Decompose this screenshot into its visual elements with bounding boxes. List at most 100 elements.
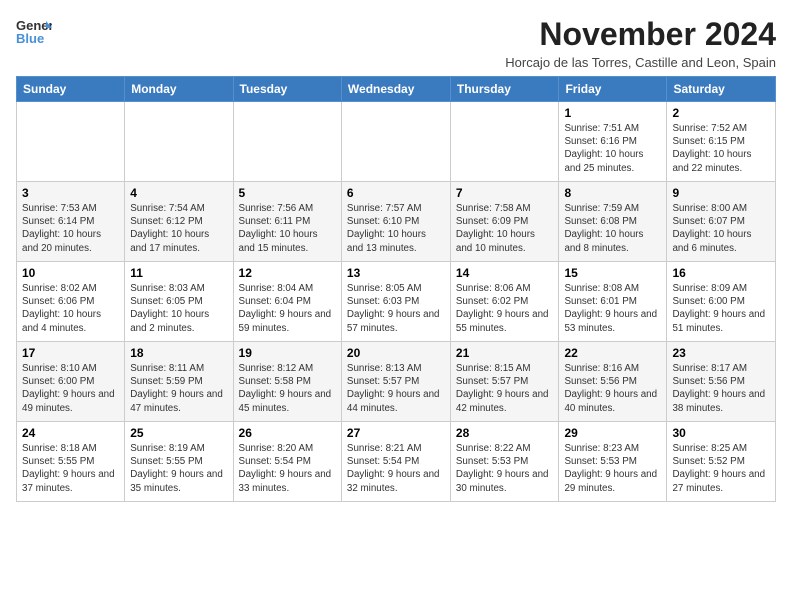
calendar-week-row: 3 Sunrise: 7:53 AM Sunset: 6:14 PM Daylig…	[17, 182, 776, 262]
calendar-cell: 7Sunrise: 7:58 AM Sunset: 6:09 PM Daylig…	[450, 182, 559, 262]
day-info: Sunrise: 8:04 AM Sunset: 6:04 PM Dayligh…	[239, 282, 336, 335]
calendar-cell: 18 Sunrise: 8:11 AM Sunset: 5:59 PM Dayli…	[125, 342, 233, 422]
calendar-cell: 23 Sunrise: 8:17 AM Sunset: 5:56 PM Dayli…	[667, 342, 776, 422]
svg-text:Blue: Blue	[16, 31, 44, 46]
day-number: 12	[239, 266, 336, 280]
calendar-cell: 1Sunrise: 7:51 AM Sunset: 6:16 PM Daylig…	[559, 102, 667, 182]
day-number: 6	[347, 186, 445, 200]
calendar-cell: 25Sunrise: 8:19 AM Sunset: 5:55 PM Dayli…	[125, 422, 233, 502]
calendar-cell: 14 Sunrise: 8:06 AM Sunset: 6:02 PM Dayli…	[450, 262, 559, 342]
page-header: General Blue November 2024 Horcajo de la…	[16, 16, 776, 70]
day-info: Sunrise: 8:03 AM Sunset: 6:05 PM Dayligh…	[130, 282, 227, 335]
day-info: Sunrise: 8:12 AM Sunset: 5:58 PM Dayligh…	[239, 362, 336, 415]
calendar-cell: 15Sunrise: 8:08 AM Sunset: 6:01 PM Dayli…	[559, 262, 667, 342]
day-number: 18	[130, 346, 227, 360]
day-number: 10	[22, 266, 119, 280]
day-info: Sunrise: 8:23 AM Sunset: 5:53 PM Dayligh…	[564, 442, 661, 495]
logo-icon: General Blue	[16, 16, 52, 46]
weekday-header-cell: Monday	[125, 77, 233, 102]
calendar-cell	[450, 102, 559, 182]
calendar-cell: 5 Sunrise: 7:56 AM Sunset: 6:11 PM Daylig…	[233, 182, 341, 262]
weekday-header-row: SundayMondayTuesdayWednesdayThursdayFrid…	[17, 77, 776, 102]
day-info: Sunrise: 8:18 AM Sunset: 5:55 PM Dayligh…	[22, 442, 119, 495]
title-area: November 2024 Horcajo de las Torres, Cas…	[505, 16, 776, 70]
calendar-title: November 2024	[505, 16, 776, 53]
day-number: 8	[564, 186, 661, 200]
day-number: 17	[22, 346, 119, 360]
calendar-cell: 13 Sunrise: 8:05 AM Sunset: 6:03 PM Dayli…	[341, 262, 450, 342]
calendar-cell: 2Sunrise: 7:52 AM Sunset: 6:15 PM Daylig…	[667, 102, 776, 182]
day-number: 28	[456, 426, 554, 440]
day-number: 13	[347, 266, 445, 280]
day-info: Sunrise: 8:17 AM Sunset: 5:56 PM Dayligh…	[672, 362, 770, 415]
calendar-cell: 26 Sunrise: 8:20 AM Sunset: 5:54 PM Dayli…	[233, 422, 341, 502]
calendar-week-row: 17 Sunrise: 8:10 AM Sunset: 6:00 PM Dayli…	[17, 342, 776, 422]
calendar-cell: 11 Sunrise: 8:03 AM Sunset: 6:05 PM Dayli…	[125, 262, 233, 342]
calendar-table: SundayMondayTuesdayWednesdayThursdayFrid…	[16, 76, 776, 502]
day-info: Sunrise: 8:02 AM Sunset: 6:06 PM Dayligh…	[22, 282, 119, 335]
calendar-cell: 28Sunrise: 8:22 AM Sunset: 5:53 PM Dayli…	[450, 422, 559, 502]
calendar-cell	[17, 102, 125, 182]
day-number: 19	[239, 346, 336, 360]
calendar-cell: 3 Sunrise: 7:53 AM Sunset: 6:14 PM Daylig…	[17, 182, 125, 262]
logo: General Blue	[16, 16, 52, 46]
day-info: Sunrise: 8:20 AM Sunset: 5:54 PM Dayligh…	[239, 442, 336, 495]
day-info: Sunrise: 7:51 AM Sunset: 6:16 PM Dayligh…	[564, 122, 661, 175]
day-number: 24	[22, 426, 119, 440]
day-number: 5	[239, 186, 336, 200]
day-number: 16	[672, 266, 770, 280]
day-info: Sunrise: 8:19 AM Sunset: 5:55 PM Dayligh…	[130, 442, 227, 495]
day-info: Sunrise: 7:53 AM Sunset: 6:14 PM Dayligh…	[22, 202, 119, 255]
day-number: 23	[672, 346, 770, 360]
day-number: 29	[564, 426, 661, 440]
day-info: Sunrise: 7:59 AM Sunset: 6:08 PM Dayligh…	[564, 202, 661, 255]
day-info: Sunrise: 8:13 AM Sunset: 5:57 PM Dayligh…	[347, 362, 445, 415]
day-number: 26	[239, 426, 336, 440]
calendar-week-row: 24 Sunrise: 8:18 AM Sunset: 5:55 PM Dayli…	[17, 422, 776, 502]
calendar-cell: 21 Sunrise: 8:15 AM Sunset: 5:57 PM Dayli…	[450, 342, 559, 422]
calendar-cell: 12 Sunrise: 8:04 AM Sunset: 6:04 PM Dayli…	[233, 262, 341, 342]
calendar-cell: 9 Sunrise: 8:00 AM Sunset: 6:07 PM Daylig…	[667, 182, 776, 262]
calendar-cell: 10 Sunrise: 8:02 AM Sunset: 6:06 PM Dayli…	[17, 262, 125, 342]
calendar-week-row: 10 Sunrise: 8:02 AM Sunset: 6:06 PM Dayli…	[17, 262, 776, 342]
calendar-cell	[341, 102, 450, 182]
day-number: 21	[456, 346, 554, 360]
day-number: 7	[456, 186, 554, 200]
day-info: Sunrise: 7:56 AM Sunset: 6:11 PM Dayligh…	[239, 202, 336, 255]
calendar-subtitle: Horcajo de las Torres, Castille and Leon…	[505, 55, 776, 70]
weekday-header-cell: Tuesday	[233, 77, 341, 102]
calendar-cell: 22 Sunrise: 8:16 AM Sunset: 5:56 PM Dayli…	[559, 342, 667, 422]
calendar-cell: 20 Sunrise: 8:13 AM Sunset: 5:57 PM Dayli…	[341, 342, 450, 422]
day-number: 11	[130, 266, 227, 280]
day-info: Sunrise: 8:15 AM Sunset: 5:57 PM Dayligh…	[456, 362, 554, 415]
calendar-cell: 27 Sunrise: 8:21 AM Sunset: 5:54 PM Dayli…	[341, 422, 450, 502]
day-info: Sunrise: 8:25 AM Sunset: 5:52 PM Dayligh…	[672, 442, 770, 495]
calendar-cell	[233, 102, 341, 182]
calendar-cell: 16 Sunrise: 8:09 AM Sunset: 6:00 PM Dayli…	[667, 262, 776, 342]
day-number: 3	[22, 186, 119, 200]
day-info: Sunrise: 8:16 AM Sunset: 5:56 PM Dayligh…	[564, 362, 661, 415]
day-info: Sunrise: 8:06 AM Sunset: 6:02 PM Dayligh…	[456, 282, 554, 335]
day-info: Sunrise: 8:21 AM Sunset: 5:54 PM Dayligh…	[347, 442, 445, 495]
weekday-header-cell: Thursday	[450, 77, 559, 102]
calendar-cell: 30 Sunrise: 8:25 AM Sunset: 5:52 PM Dayli…	[667, 422, 776, 502]
day-number: 9	[672, 186, 770, 200]
day-info: Sunrise: 7:54 AM Sunset: 6:12 PM Dayligh…	[130, 202, 227, 255]
day-number: 22	[564, 346, 661, 360]
day-number: 15	[564, 266, 661, 280]
weekday-header-cell: Wednesday	[341, 77, 450, 102]
day-info: Sunrise: 8:00 AM Sunset: 6:07 PM Dayligh…	[672, 202, 770, 255]
weekday-header-cell: Sunday	[17, 77, 125, 102]
day-number: 14	[456, 266, 554, 280]
day-number: 30	[672, 426, 770, 440]
day-number: 20	[347, 346, 445, 360]
calendar-cell: 17 Sunrise: 8:10 AM Sunset: 6:00 PM Dayli…	[17, 342, 125, 422]
day-info: Sunrise: 8:09 AM Sunset: 6:00 PM Dayligh…	[672, 282, 770, 335]
weekday-header-cell: Friday	[559, 77, 667, 102]
day-number: 27	[347, 426, 445, 440]
day-info: Sunrise: 8:10 AM Sunset: 6:00 PM Dayligh…	[22, 362, 119, 415]
day-info: Sunrise: 8:05 AM Sunset: 6:03 PM Dayligh…	[347, 282, 445, 335]
calendar-cell: 24 Sunrise: 8:18 AM Sunset: 5:55 PM Dayli…	[17, 422, 125, 502]
day-info: Sunrise: 7:57 AM Sunset: 6:10 PM Dayligh…	[347, 202, 445, 255]
day-info: Sunrise: 8:11 AM Sunset: 5:59 PM Dayligh…	[130, 362, 227, 415]
